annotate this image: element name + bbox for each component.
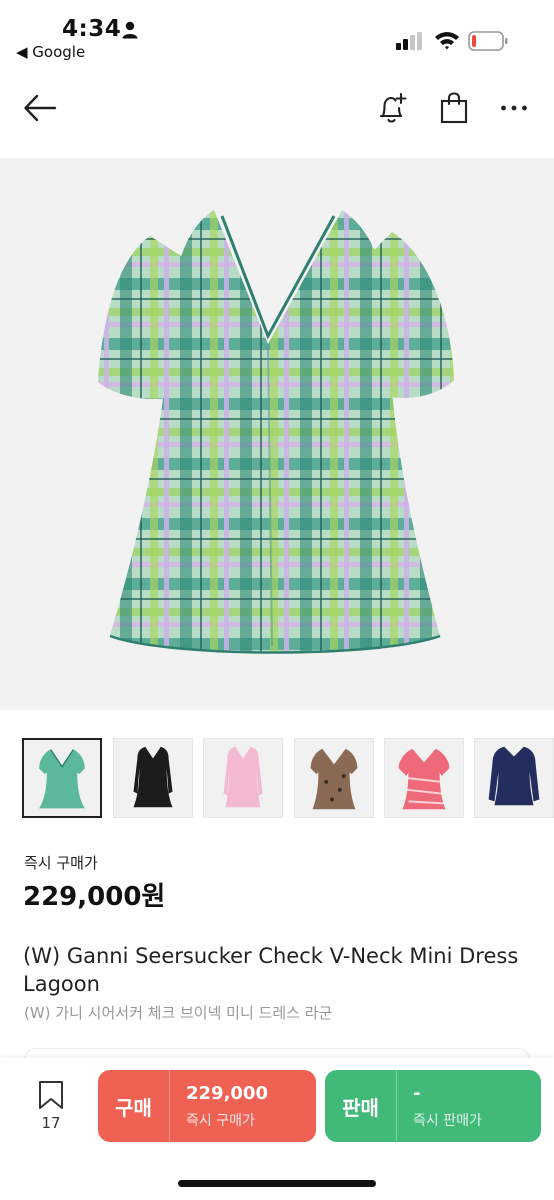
product-subtitle: (W) 가니 시어서커 체크 브이넥 미니 드레스 라군 (24, 1004, 333, 1022)
buy-button-label: 구매 (98, 1070, 170, 1142)
plaid-dress-illustration (98, 210, 454, 654)
status-time: 4:34 (62, 16, 122, 42)
thumbnail-pink-dress[interactable] (203, 738, 283, 818)
bookmark-icon (39, 1081, 63, 1109)
sell-price-value: - (413, 1083, 421, 1104)
arrow-left-icon (24, 94, 57, 122)
product-title: (W) Ganni Seersucker Check V-Neck Mini D… (23, 944, 519, 996)
back-to-app-link[interactable]: ◀ Google (16, 43, 85, 61)
home-indicator[interactable] (178, 1180, 376, 1187)
shopping-bag-button[interactable] (432, 86, 476, 130)
buy-button[interactable]: 구매 229,000 즉시 구매가 (98, 1070, 316, 1142)
product-price: 229,000원 (23, 882, 166, 912)
bookmark-button[interactable]: 17 (30, 1080, 72, 1140)
sell-button[interactable]: 판매 - 즉시 판매가 (325, 1070, 541, 1142)
buy-price-caption: 즉시 구매가 (186, 1113, 255, 1129)
thumbnail-leopard-dress[interactable] (294, 738, 374, 818)
thumbnail-zebra-pink-dress[interactable] (384, 738, 464, 818)
battery-icon (468, 31, 508, 51)
more-dots-icon (501, 105, 527, 111)
bookmark-count: 17 (41, 1114, 61, 1132)
thumbnail-plaid-dress[interactable] (22, 738, 102, 818)
sell-button-label: 판매 (325, 1070, 397, 1142)
price-alert-button[interactable] (370, 86, 414, 130)
top-navigation (0, 70, 554, 150)
buy-price-value: 229,000 (186, 1083, 268, 1104)
shopping-bag-icon (440, 92, 468, 124)
instant-buy-price-label: 즉시 구매가 (24, 854, 98, 872)
status-bar: 4:34 ◀ Google (0, 0, 554, 70)
thumbnail-black-dress[interactable] (113, 738, 193, 818)
product-thumbnail-strip (22, 738, 554, 820)
wifi-icon (435, 32, 459, 50)
product-main-image[interactable] (0, 158, 554, 710)
cellular-signal-icon (396, 32, 422, 50)
sell-price-caption: 즉시 판매가 (413, 1113, 482, 1129)
thumbnail-navy-dress[interactable] (474, 738, 554, 818)
person-icon (122, 21, 138, 39)
bottom-action-bar: 17 구매 229,000 즉시 구매가 판매 - 즉시 판매가 (0, 1058, 554, 1200)
bell-plus-icon (379, 92, 407, 123)
back-button[interactable] (18, 88, 62, 128)
more-options-button[interactable] (492, 86, 536, 130)
